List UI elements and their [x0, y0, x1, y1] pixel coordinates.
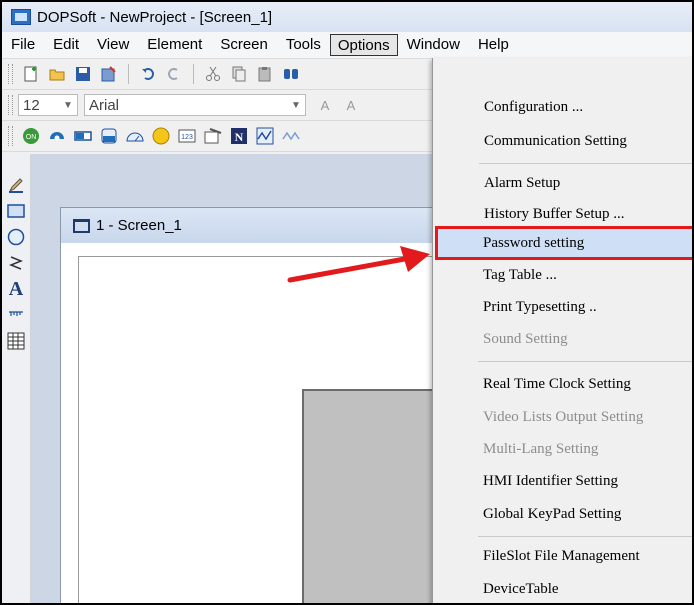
menu-item-fileslot-file-management[interactable]: FileSlot File Management [432, 543, 692, 569]
meter-icon[interactable] [126, 127, 144, 145]
font-name-value: Arial [89, 96, 120, 114]
toolbar-grip[interactable] [8, 95, 13, 115]
menu-item-tag-table[interactable]: Tag Table ... [432, 262, 692, 288]
toolbar-separator [193, 64, 194, 84]
undo-icon[interactable] [139, 65, 157, 83]
redo-icon[interactable] [165, 65, 183, 83]
menu-tools[interactable]: Tools [277, 34, 330, 56]
toolbar-separator [128, 64, 129, 84]
svg-text:N: N [235, 130, 244, 144]
lamp-icon[interactable] [48, 127, 66, 145]
window-title: DOPSoft - NewProject - [Screen_1] [37, 8, 273, 26]
scale-icon[interactable] [2, 302, 30, 328]
document-titlebar[interactable]: 1 - Screen_1 [61, 208, 441, 243]
bar-graph-icon[interactable] [74, 127, 92, 145]
save-as-icon[interactable] [100, 65, 118, 83]
text-align-right-icon[interactable]: A [342, 96, 360, 114]
options-menu-lower: Password setting Tag Table ... Print Typ… [432, 58, 692, 603]
menu-item-multi-lang-setting[interactable]: Multi-Lang Setting [432, 436, 692, 462]
app-window: DOPSoft - NewProject - [Screen_1] File E… [0, 0, 694, 605]
menu-element[interactable]: Element [138, 34, 211, 56]
message-display-icon[interactable] [204, 127, 222, 145]
text-tool-icon[interactable]: A [2, 276, 30, 302]
menu-options[interactable]: Options [329, 34, 398, 56]
menu-screen[interactable]: Screen [211, 34, 277, 56]
chevron-down-icon: ▼ [291, 99, 301, 111]
menu-item-password-setting[interactable]: Password setting [432, 230, 692, 256]
menu-item-video-lists-output-setting[interactable]: Video Lists Output Setting [432, 404, 692, 430]
circle-icon[interactable] [2, 224, 30, 250]
font-name-select[interactable]: Arial ▼ [84, 94, 306, 116]
document-title: 1 - Screen_1 [96, 217, 182, 234]
new-file-icon[interactable] [22, 65, 40, 83]
menu-item-print-typesetting[interactable]: Print Typesetting .. [432, 294, 692, 320]
app-icon [11, 9, 31, 25]
screen-icon [73, 218, 90, 233]
menu-window[interactable]: Window [398, 34, 469, 56]
format-toolbar: 12 ▼ Arial ▼ A A [2, 90, 432, 121]
font-size-select[interactable]: 12 ▼ [18, 94, 78, 116]
paste-icon[interactable] [256, 65, 274, 83]
svg-text:123: 123 [181, 134, 193, 141]
standard-toolbar [2, 59, 432, 90]
toolbar-grip[interactable] [8, 126, 13, 146]
menu-bar: File Edit View Element Screen Tools Opti… [2, 32, 692, 59]
indicator-lamp-icon[interactable] [152, 127, 170, 145]
menu-item-real-time-clock-setting[interactable]: Real Time Clock Setting [432, 371, 692, 397]
gray-rectangle-element[interactable] [302, 389, 442, 603]
menu-view[interactable]: View [88, 34, 138, 56]
annotation-arrow-icon [287, 246, 430, 283]
menu-help[interactable]: Help [469, 34, 518, 56]
title-bar: DOPSoft - NewProject - [Screen_1] [2, 2, 692, 32]
menu-item-devicetable[interactable]: DeviceTable [432, 576, 692, 602]
xy-chart-icon[interactable] [282, 127, 300, 145]
cut-icon[interactable] [204, 65, 222, 83]
tank-icon[interactable] [100, 127, 118, 145]
table-icon[interactable] [2, 328, 30, 354]
trend-graph-icon[interactable] [256, 127, 274, 145]
drawing-tool-bar: A [2, 154, 31, 603]
text-align-left-icon[interactable]: A [316, 96, 334, 114]
pencil-icon[interactable] [2, 172, 30, 198]
font-size-value: 12 [23, 96, 40, 114]
toolbar-grip[interactable] [8, 64, 13, 84]
find-icon[interactable] [282, 65, 300, 83]
polyline-icon[interactable] [2, 250, 30, 276]
menu-item-sound-setting[interactable]: Sound Setting [432, 326, 692, 352]
numeric-display-icon[interactable]: 123 [178, 127, 196, 145]
save-icon[interactable] [74, 65, 92, 83]
rectangle-icon[interactable] [2, 198, 30, 224]
numeric-input-icon[interactable]: N [230, 127, 248, 145]
chevron-down-icon: ▼ [63, 99, 73, 111]
open-folder-icon[interactable] [48, 65, 66, 83]
menu-item-hmi-identifier-setting[interactable]: HMI Identifier Setting [432, 468, 692, 494]
menu-edit[interactable]: Edit [44, 34, 88, 56]
menu-file[interactable]: File [2, 34, 44, 56]
element-toolbar: ON 123 N [2, 121, 432, 152]
align-glyph: A [346, 97, 356, 113]
copy-icon[interactable] [230, 65, 248, 83]
menu-separator [478, 361, 692, 362]
menu-item-global-keypad-setting[interactable]: Global KeyPad Setting [432, 501, 692, 527]
menu-separator [478, 536, 692, 537]
on-button-icon[interactable]: ON [22, 127, 40, 145]
svg-text:ON: ON [26, 134, 37, 141]
align-glyph: A [320, 97, 330, 113]
